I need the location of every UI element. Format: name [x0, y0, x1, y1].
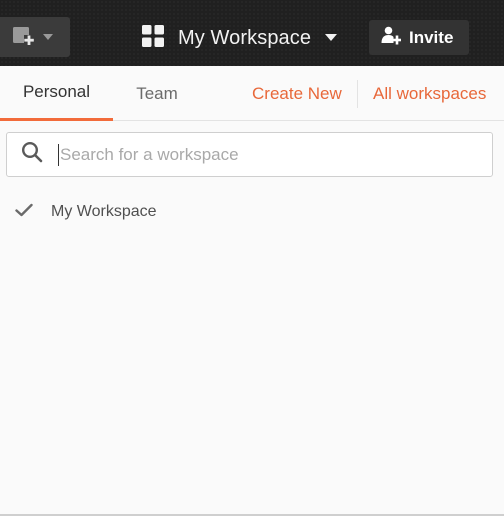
- tab-team[interactable]: Team: [118, 66, 196, 121]
- list-item-label: My Workspace: [51, 203, 157, 220]
- checkmark-icon: [15, 203, 33, 222]
- tabs-row: Personal Team Create New All workspaces: [0, 66, 504, 121]
- new-collection-plus-icon: [12, 24, 34, 51]
- search-input[interactable]: [58, 143, 458, 166]
- search-icon: [21, 141, 43, 168]
- app-frame: My Workspace Invite Personal Team Create…: [0, 0, 504, 516]
- invite-label: Invite: [409, 27, 454, 47]
- header-bar: My Workspace Invite: [0, 0, 504, 66]
- workspace-list: My Workspace: [0, 196, 504, 228]
- list-item-my-workspace[interactable]: My Workspace: [0, 196, 504, 228]
- invite-button[interactable]: Invite: [369, 20, 469, 55]
- create-new-link[interactable]: Create New: [252, 66, 342, 121]
- new-button[interactable]: [0, 17, 70, 57]
- add-user-icon: [381, 25, 402, 50]
- caret-down-icon: [42, 28, 54, 46]
- all-workspaces-link[interactable]: All workspaces: [373, 66, 486, 121]
- search-box: [6, 132, 493, 177]
- workspace-dropdown: Personal Team Create New All workspaces: [0, 66, 504, 516]
- caret-down-icon: [324, 29, 338, 47]
- workspace-title: My Workspace: [178, 26, 312, 49]
- divider: [357, 80, 358, 108]
- tab-personal[interactable]: Personal: [0, 66, 113, 121]
- workspace-switcher[interactable]: My Workspace: [141, 17, 338, 59]
- grid-icon: [141, 24, 165, 53]
